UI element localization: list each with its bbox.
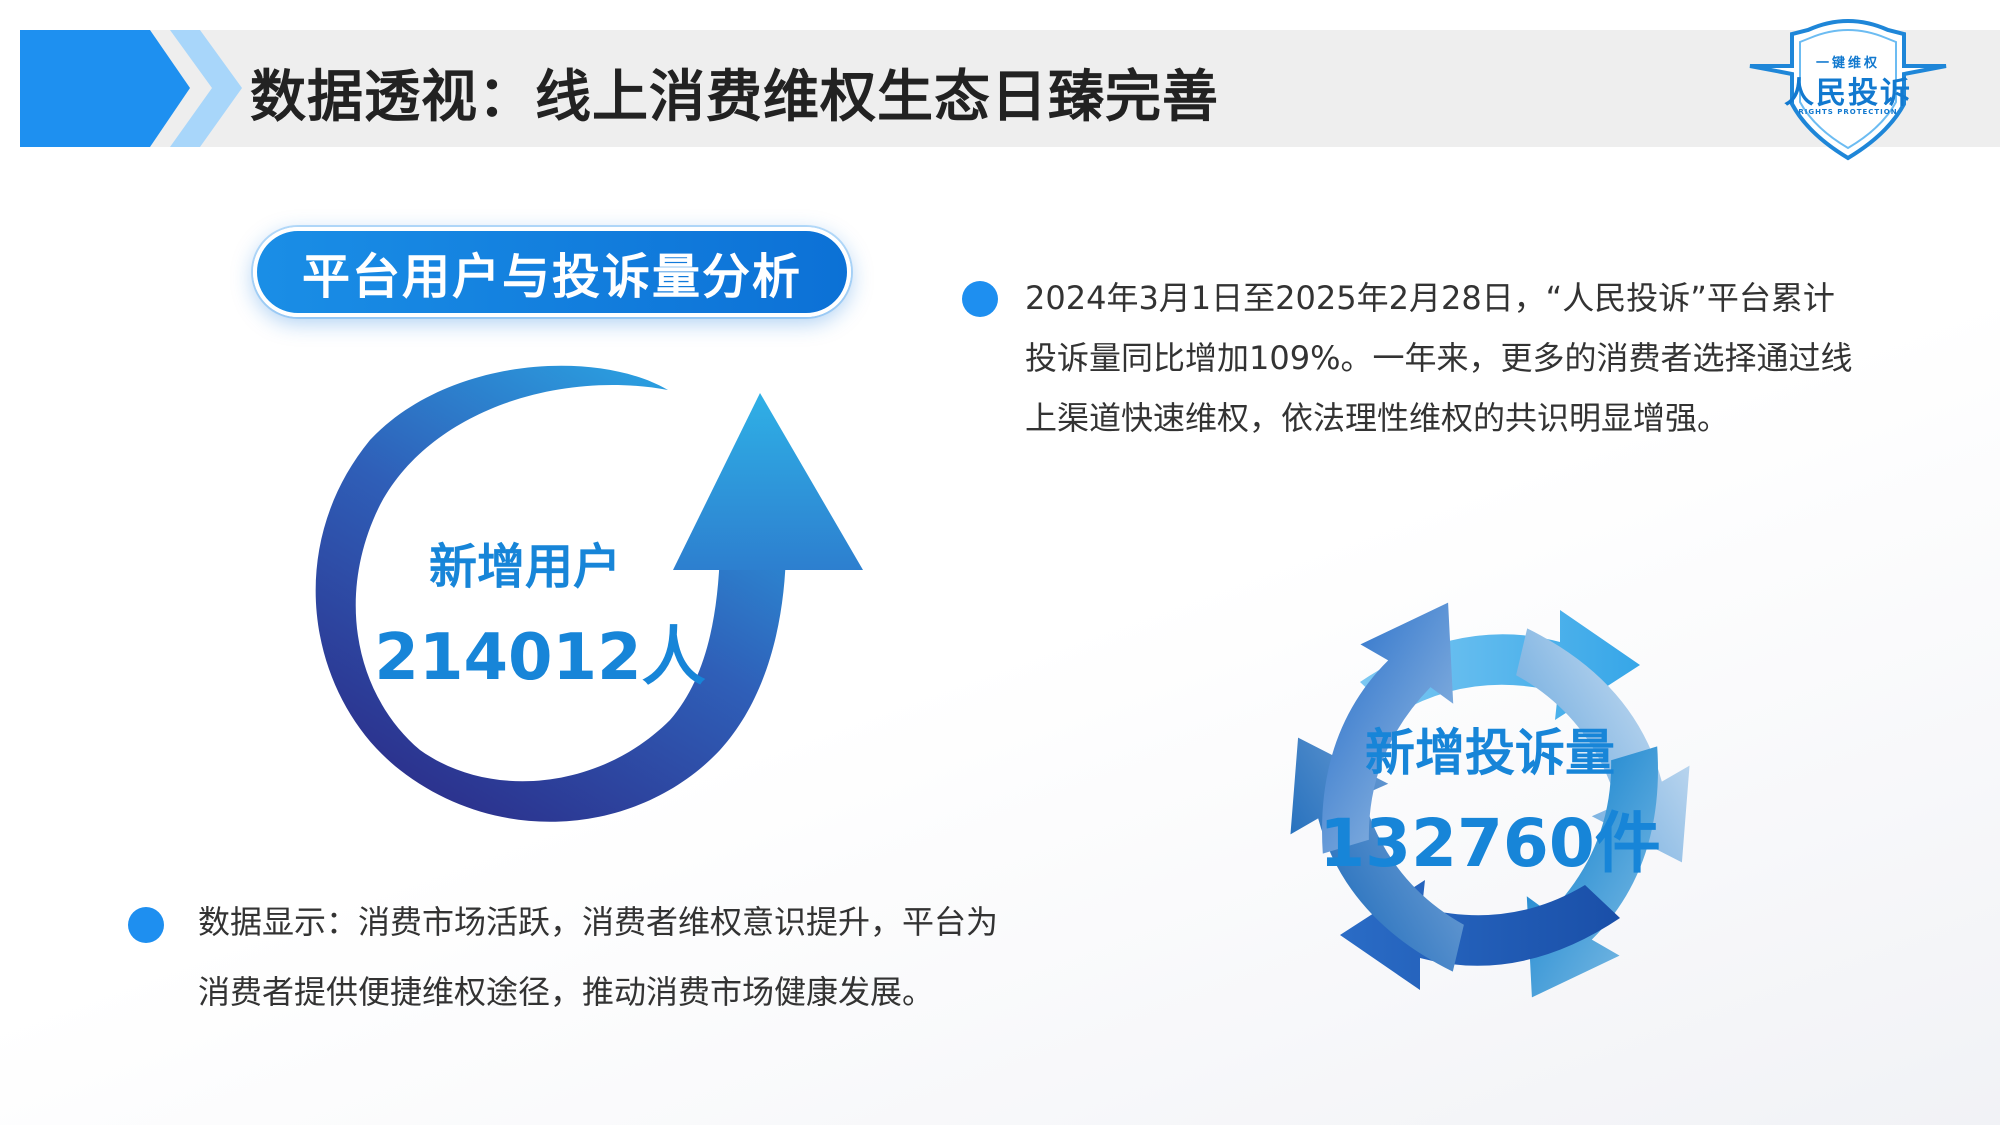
bullet-dot-bottom — [128, 907, 164, 943]
paragraph-top-line-2: 投诉量同比增加109%。一年来，更多的消费者选择通过线 — [1025, 339, 1853, 377]
renmin-tousu-logo: 一键维权 人民投诉 RIGHTS PROTECTION — [1738, 8, 1958, 164]
logo-sub-text: RIGHTS PROTECTION — [1798, 108, 1898, 116]
new-complaints-label: 新增投诉量 — [1365, 724, 1615, 782]
new-users-label: 新增用户 — [428, 539, 621, 595]
new-users-value: 214012人 — [374, 621, 706, 695]
section-title-pill: 平台用户与投诉量分析 — [253, 227, 851, 317]
paragraph-bottom-line-2: 消费者提供便捷维权途径，推动消费市场健康发展。 — [198, 973, 935, 1011]
page-title: 数据透视：线上消费维权生态日臻完善 — [250, 65, 1219, 130]
bullet-dot-top — [962, 281, 998, 317]
header-chevron-accent — [20, 30, 242, 147]
circular-growth-arrow — [315, 365, 863, 822]
paragraph-top-line-3: 上渠道快速维权，依法理性维权的共识明显增强。 — [1025, 399, 1730, 437]
paragraph-top-line-1: 2024年3月1日至2025年2月28日，“人民投诉”平台累计 — [1025, 279, 1835, 317]
new-complaints-value: 132760件 — [1319, 805, 1661, 882]
logo-main-text: 人民投诉 — [1784, 76, 1912, 111]
paragraph-bottom-line-1: 数据显示：消费市场活跃，消费者维权意识提升，平台为 — [198, 903, 999, 941]
